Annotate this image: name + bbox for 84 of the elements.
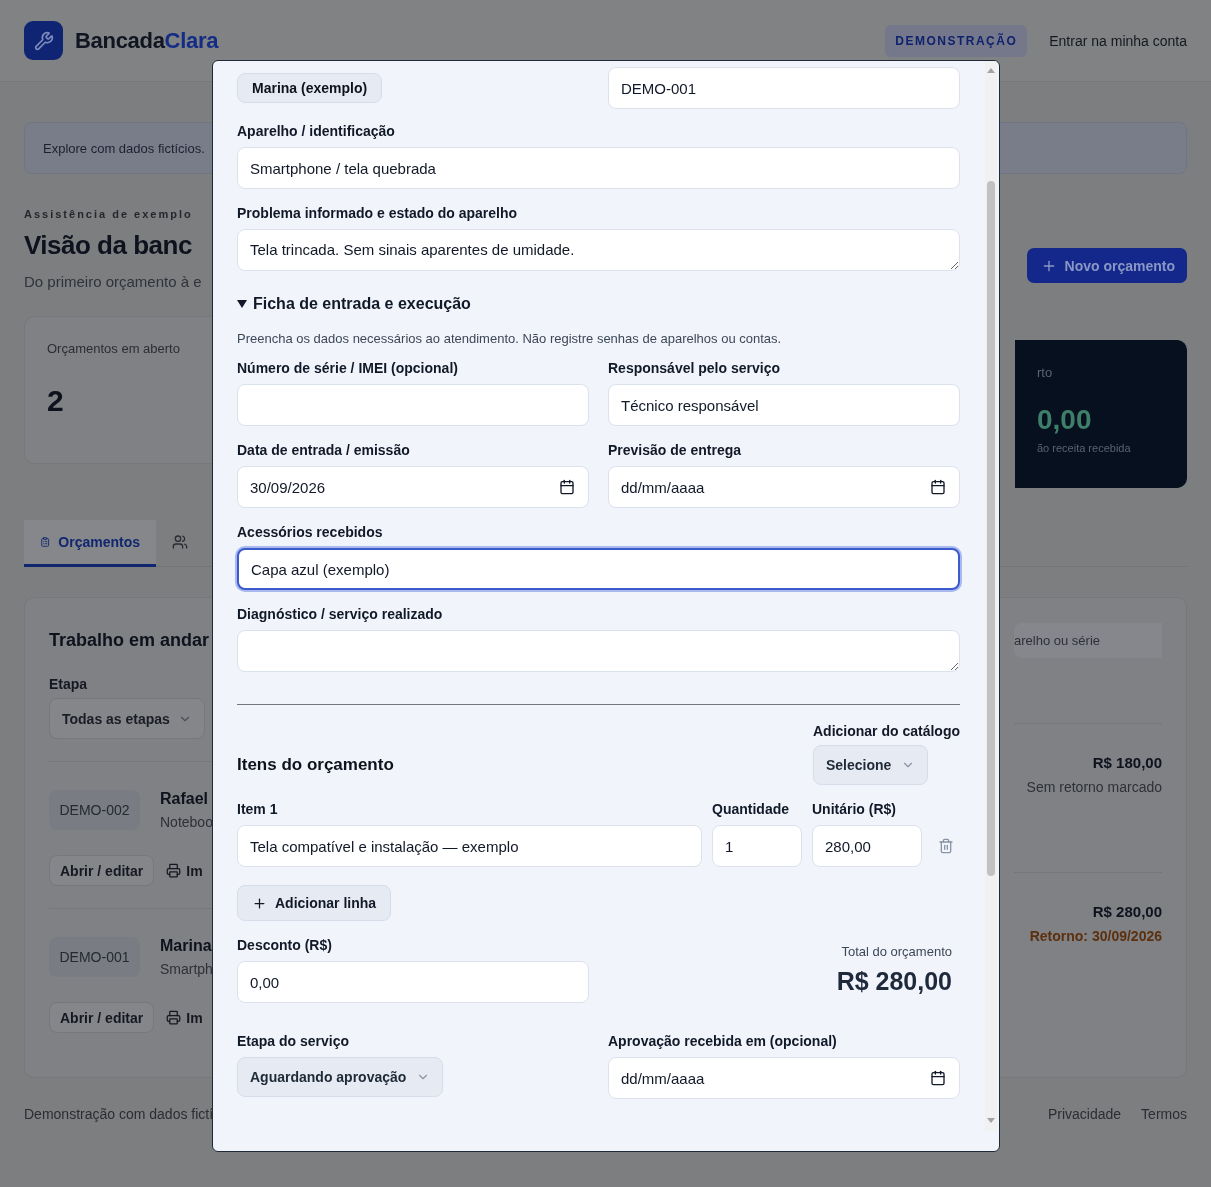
eyebrow-text: Assistência de exemplo xyxy=(24,208,194,220)
footer-link[interactable]: Privacidade xyxy=(1047,1106,1122,1122)
field-label: Responsável pelo serviço xyxy=(608,360,781,376)
triangle-icon xyxy=(237,299,247,309)
add-line-button[interactable]: Adicionar linha xyxy=(237,885,392,921)
edit-button[interactable]: Abrir / editar xyxy=(49,1002,155,1033)
device-text: Smartph xyxy=(160,961,213,977)
page-title: Visão da banc xyxy=(24,230,193,261)
stage-select[interactable]: Todas as etapas xyxy=(49,698,205,739)
amount-text: R$ 180,00 xyxy=(1092,754,1162,771)
hint-text: Preencha os dados necessários ao atendimento. Não registre senhas de aparelhos ou contas. xyxy=(237,331,783,346)
field-label: Diagnóstico / serviço realizado xyxy=(237,606,444,622)
new-quote-button[interactable]: Novo orçamento xyxy=(1026,248,1187,283)
field-label: Problema informado e estado do aparelho xyxy=(237,205,519,221)
return-text: Sem retorno marcado xyxy=(1026,779,1162,795)
printer-icon xyxy=(166,863,182,878)
order-code: DEMO-001 xyxy=(49,937,140,977)
users-icon xyxy=(172,534,188,550)
input-field[interactable]: Capa azul (exemplo) xyxy=(237,548,960,590)
plus-icon xyxy=(252,895,267,911)
edit-button[interactable]: Abrir / editar xyxy=(49,855,155,886)
input-field[interactable]: Smartphone / tela quebrada xyxy=(237,147,960,189)
field-label: Etapa do serviço xyxy=(237,1033,351,1049)
stage-select[interactable]: Aguardando aprovação xyxy=(237,1057,444,1097)
amount-text: R$ 280,00 xyxy=(1092,903,1162,920)
field-label: Número de série / IMEI (opcional) xyxy=(237,360,459,376)
demo-badge: DEMONSTRAÇÃO xyxy=(885,24,1028,57)
input-field[interactable]: 280,00 xyxy=(812,825,922,867)
return-text: Retorno: 30/09/2026 xyxy=(1029,928,1162,944)
print-button[interactable]: Im xyxy=(166,1009,203,1026)
text-area[interactable] xyxy=(237,630,960,672)
field-label: Unitário (R$) xyxy=(812,801,897,817)
input-field[interactable]: DEMO-001 xyxy=(608,67,960,109)
field-label: Data de entrada / emissão xyxy=(237,442,411,458)
panel-title: Trabalho em andar xyxy=(49,630,211,651)
date-field[interactable]: 30/09/2026 xyxy=(237,466,589,508)
scrollbar-drawing[interactable] xyxy=(985,61,997,1131)
brand-name: BancadaClara xyxy=(75,27,219,54)
stat-value: 2 xyxy=(47,384,65,418)
section-title: Itens do orçamento xyxy=(237,755,394,775)
banner-text: Explore com dados fictícios. xyxy=(43,140,205,156)
client-name: Rafael xyxy=(160,790,210,808)
wrench-icon xyxy=(33,30,54,51)
order-code: DEMO-002 xyxy=(49,790,140,830)
footer-text: Demonstração com dados fictí xyxy=(24,1106,214,1122)
page-subtitle: Do primeiro orçamento à e xyxy=(24,273,203,290)
input-field[interactable]: 1 xyxy=(712,825,802,867)
device-text: Noteboo xyxy=(160,814,213,830)
print-button[interactable]: Im xyxy=(166,862,203,879)
field-label: Aparelho / identificação xyxy=(237,123,396,139)
login-link[interactable]: Entrar na minha conta xyxy=(1049,32,1187,49)
text-area[interactable]: Tela trincada. Sem sinais aparentes de umidade. xyxy=(237,229,960,271)
field-label: Quantidade xyxy=(712,801,790,817)
field-label: Adicionar do catálogo xyxy=(813,723,960,739)
total-value: R$ 280,00 xyxy=(836,967,952,996)
field-label: Desconto (R$) xyxy=(237,937,333,953)
field-label: Acessórios recebidos xyxy=(237,524,384,540)
catalog-select[interactable]: Selecione xyxy=(813,745,929,785)
input-field[interactable]: Técnico responsável xyxy=(608,384,960,426)
stat-note: ão receita recebida xyxy=(1037,442,1132,454)
customer-chip: Marina (exemplo) xyxy=(237,73,383,103)
calendar-icon xyxy=(930,1070,946,1086)
total-label: Total do orçamento xyxy=(841,944,952,959)
field-label: Previsão de entrega xyxy=(608,442,743,458)
date-field[interactable]: dd/mm/aaaa xyxy=(608,466,960,508)
tab[interactable]: Orçamentos xyxy=(24,520,156,567)
input-field[interactable] xyxy=(237,384,589,426)
client-name: Marina xyxy=(160,937,213,955)
trash-icon[interactable] xyxy=(938,838,954,854)
section-toggle[interactable]: Ficha de entrada e execução xyxy=(237,295,471,313)
stat-label: rto xyxy=(1037,365,1054,380)
date-field[interactable]: dd/mm/aaaa xyxy=(608,1057,960,1099)
clipboard-icon xyxy=(40,534,51,550)
calendar-icon xyxy=(930,479,946,495)
stat-value: 0,00 xyxy=(1037,404,1093,436)
filter-label: Etapa xyxy=(49,676,89,692)
stat-label: Orçamentos em aberto xyxy=(47,341,181,356)
field-label: Aprovação recebida em (opcional) xyxy=(608,1033,838,1049)
search-field[interactable]: arelho ou série xyxy=(1014,623,1162,658)
input-field[interactable]: 0,00 xyxy=(237,961,589,1003)
field-label: Item 1 xyxy=(237,801,279,817)
calendar-icon xyxy=(559,479,575,495)
input-field[interactable]: Tela compatível e instalação — exemplo xyxy=(237,825,702,867)
printer-icon xyxy=(166,1010,182,1025)
